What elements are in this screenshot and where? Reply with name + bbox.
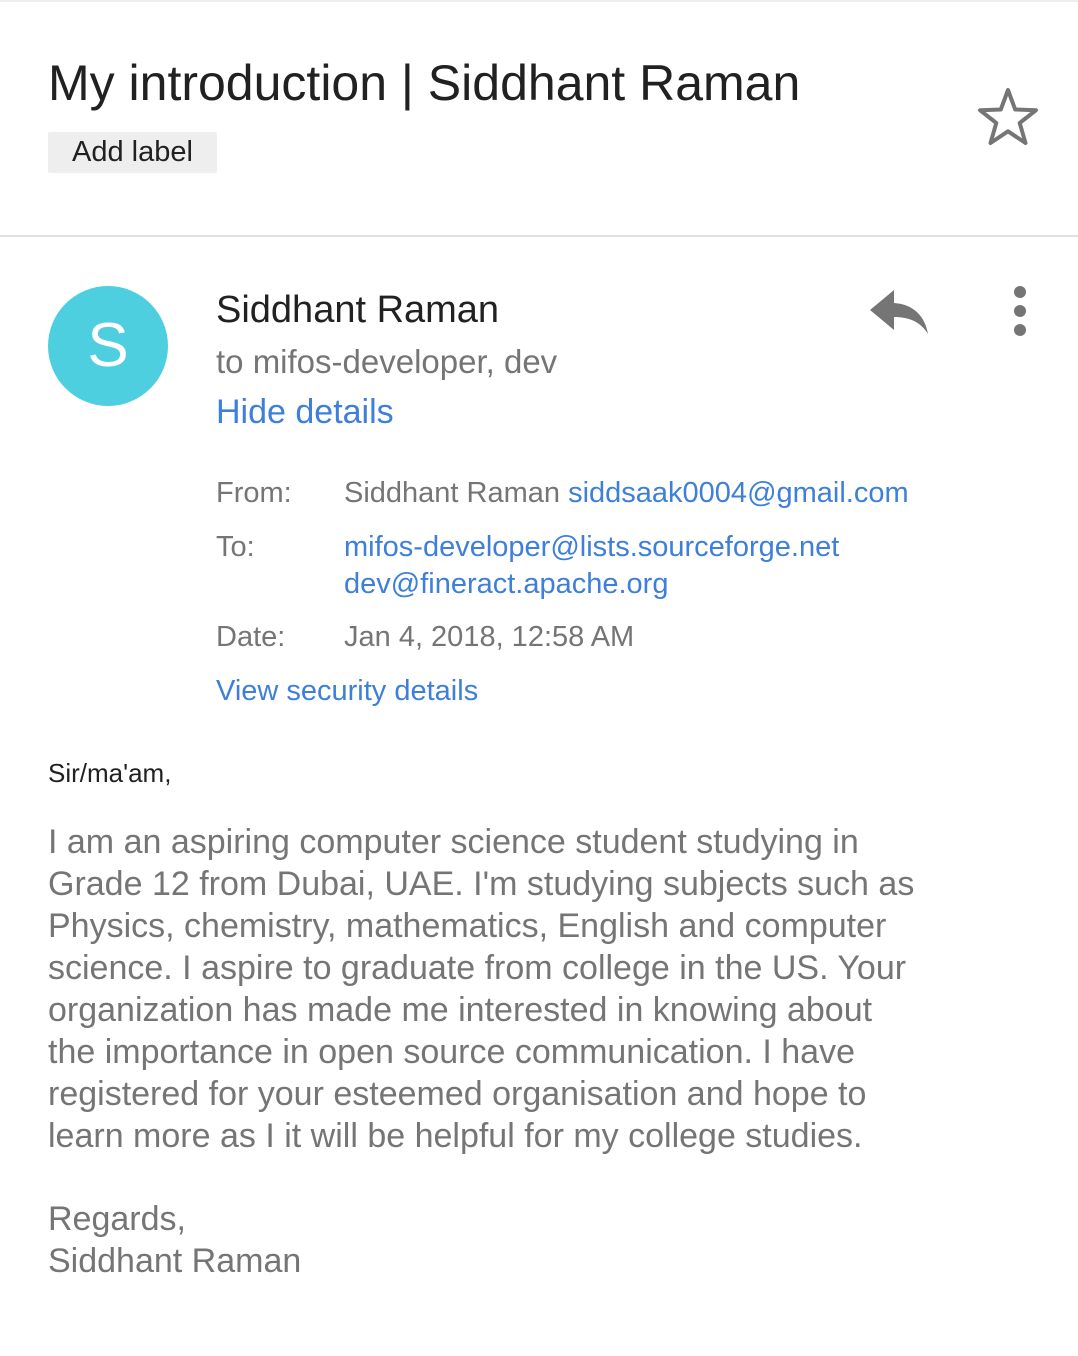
email-body: I am an aspiring computer science studen… [48, 821, 1038, 1157]
more-dot-icon [1014, 324, 1026, 336]
more-dot-icon [1014, 286, 1026, 298]
to-email-link[interactable]: mifos-developer@lists.sourceforge.net [344, 529, 839, 565]
closing: Regards, [48, 1200, 186, 1238]
hide-details-link[interactable]: Hide details [216, 390, 394, 434]
body-line: I am an aspiring computer science studen… [48, 823, 859, 861]
header-divider [0, 235, 1078, 237]
to-email-link[interactable]: dev@fineract.apache.org [344, 566, 668, 602]
body-line: Grade 12 from Dubai, UAE. I'm studying s… [48, 865, 915, 903]
from-name: Siddhant Raman [344, 477, 561, 509]
body-line: registered for your esteemed organisatio… [48, 1075, 867, 1113]
from-label: From: [216, 477, 292, 509]
recipients-summary: to mifos-developer, dev [216, 343, 558, 380]
sender-name: Siddhant Raman [216, 289, 500, 331]
email-signoff: Regards, Siddhant Raman [48, 1198, 301, 1282]
body-line: learn more as I it will be helpful for m… [48, 1117, 863, 1155]
signature: Siddhant Raman [48, 1242, 302, 1280]
avatar: S [48, 286, 168, 406]
body-line: organization has made me interested in k… [48, 991, 873, 1029]
top-rule [0, 0, 1078, 2]
email-subject: My introduction | Siddhant Raman [48, 55, 801, 111]
star-icon[interactable] [972, 82, 1044, 154]
more-dot-icon [1014, 305, 1026, 317]
body-line: science. I aspire to graduate from colle… [48, 949, 907, 987]
body-line: Physics, chemistry, mathematics, English… [48, 907, 887, 945]
add-label-button[interactable]: Add label [48, 132, 217, 173]
date-value: Jan 4, 2018, 12:58 AM [344, 621, 635, 653]
from-email-link[interactable]: siddsaak0004@gmail.com [568, 477, 909, 509]
view-security-details-link[interactable]: View security details [216, 673, 478, 709]
body-line: the importance in open source communicat… [48, 1033, 856, 1071]
more-options-icon[interactable] [996, 280, 1044, 344]
email-greeting: Sir/ma'am, [48, 758, 172, 788]
reply-icon[interactable] [866, 284, 932, 340]
date-label: Date: [216, 621, 286, 653]
from-value: Siddhant Raman siddsaak0004@gmail.com [344, 475, 909, 511]
to-label: To: [216, 531, 255, 563]
